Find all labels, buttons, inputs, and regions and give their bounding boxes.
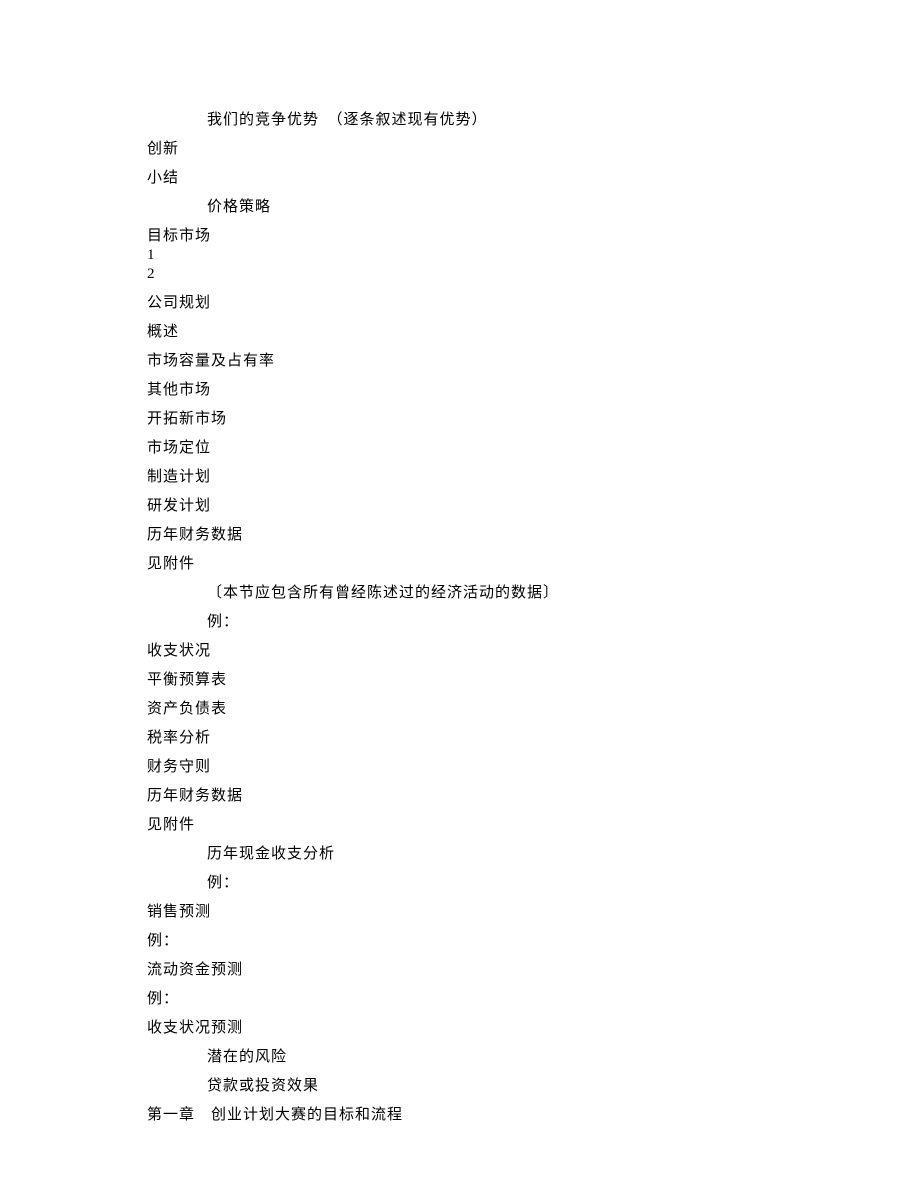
text-line: 例：	[147, 615, 773, 630]
text-line: 历年现金收支分析	[147, 847, 773, 862]
text-line: 潜在的风险	[147, 1050, 773, 1065]
text-line: 2	[147, 267, 773, 282]
text-line: 收支状况预测	[147, 1021, 773, 1036]
text-line: 概述	[147, 325, 773, 340]
text-line: 创新	[147, 142, 773, 157]
text-line: 市场定位	[147, 441, 773, 456]
text-line: 收支状况	[147, 644, 773, 659]
text-line: 例：	[147, 992, 773, 1007]
text-line: 税率分析	[147, 731, 773, 746]
text-line: 财务守则	[147, 760, 773, 775]
text-line: 开拓新市场	[147, 412, 773, 427]
text-line: 平衡预算表	[147, 673, 773, 688]
text-line: 其他市场	[147, 383, 773, 398]
text-line: 〔本节应包含所有曾经陈述过的经济活动的数据〕	[147, 586, 773, 601]
text-line: 目标市场	[147, 229, 773, 244]
text-line: 1	[147, 248, 773, 263]
text-line: 历年财务数据	[147, 528, 773, 543]
text-line: 小结	[147, 171, 773, 186]
text-line: 见附件	[147, 818, 773, 833]
text-line: 例：	[147, 934, 773, 949]
text-line: 我们的竞争优势 （逐条叙述现有优势）	[147, 113, 773, 128]
text-line: 贷款或投资效果	[147, 1079, 773, 1094]
text-line: 市场容量及占有率	[147, 354, 773, 369]
text-line: 公司规划	[147, 296, 773, 311]
text-line: 见附件	[147, 557, 773, 572]
text-line: 研发计划	[147, 499, 773, 514]
text-line: 第一章 创业计划大赛的目标和流程	[147, 1108, 773, 1123]
text-line: 历年财务数据	[147, 789, 773, 804]
text-line: 资产负债表	[147, 702, 773, 717]
text-line: 销售预测	[147, 905, 773, 920]
text-line: 价格策略	[147, 200, 773, 215]
text-line: 流动资金预测	[147, 963, 773, 978]
text-line: 制造计划	[147, 470, 773, 485]
text-line: 例：	[147, 876, 773, 891]
document-content: 我们的竞争优势 （逐条叙述现有优势） 创新小结价格策略目标市场 1 2 公司规划概述市场…	[147, 113, 773, 1123]
